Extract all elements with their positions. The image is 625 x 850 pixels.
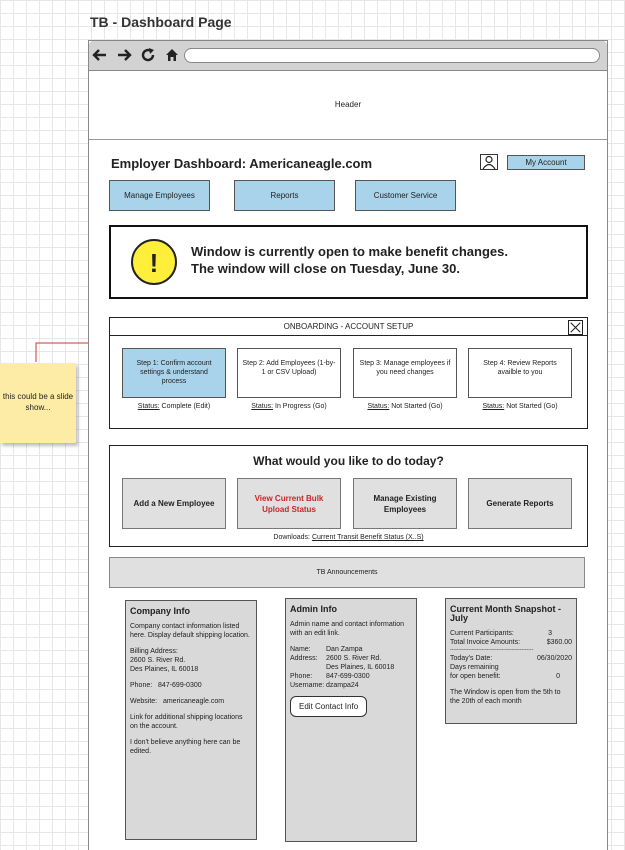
todo-panel: What would you like to do today? Add a N… — [109, 445, 588, 547]
days-remaining-label-2: for open benefit: — [450, 673, 501, 680]
step-3-card[interactable]: Step 3: Manage employees if you need cha… — [353, 348, 457, 398]
invoice-label: Total Invoice Amounts: — [450, 639, 521, 646]
todo-title: What would you like to do today? — [253, 454, 444, 468]
step-2-card[interactable]: Step 2: Add Employees (1-by-1 or CSV Upl… — [237, 348, 341, 398]
downloads-label: Downloads: — [273, 534, 310, 541]
date-label: Today's Date: — [450, 655, 493, 662]
add-employee-button[interactable]: Add a New Employee — [122, 478, 226, 529]
transit-status-download-link[interactable]: Current Transit Benefit Status (X..S) — [312, 534, 424, 541]
company-phone-label: Phone: — [130, 682, 153, 689]
step-status-label: Status: — [137, 403, 160, 410]
sticky-note: this could be a slide show... — [0, 363, 76, 443]
onboarding-title: ONBOARDING - ACCOUNT SETUP — [110, 318, 587, 336]
reports-button[interactable]: Reports — [234, 180, 335, 211]
refresh-icon[interactable] — [140, 47, 156, 63]
invoice-value: $360.00 — [546, 639, 572, 646]
address-bar[interactable] — [184, 48, 600, 63]
admin-name: Dan Zampa — [326, 646, 363, 653]
step-4-card[interactable]: Step 4: Review Reports availble to you — [468, 348, 572, 398]
admin-address-line-2: Des Plaines, IL 60018 — [326, 664, 395, 671]
step-status-value[interactable]: Not Started (Go) — [391, 403, 442, 410]
admin-phone: 847-699-0300 — [326, 673, 370, 680]
alert-line-2: The window will close on Tuesday, June 3… — [191, 261, 460, 276]
snapshot-panel: Current Month Snapshot - July Current Pa… — [445, 598, 577, 724]
admin-info-title: Admin Info — [290, 604, 337, 614]
benefit-window-alert: ! Window is currently open to make benef… — [109, 225, 588, 299]
dashboard-title: Employer Dashboard: Americaneagle.com — [111, 156, 373, 171]
billing-label: Billing Address: — [130, 648, 178, 655]
step-2-status: Status: In Progress (Go) — [237, 403, 341, 410]
window-note: The Window is open from the 5th to the 2… — [450, 689, 561, 705]
website-value: americaneagle.com — [162, 698, 225, 705]
step-status-value[interactable]: In Progress (Go) — [275, 403, 327, 410]
header-label: Header — [334, 100, 362, 109]
participants-label: Current Participants: — [450, 630, 514, 637]
warning-icon: ! — [131, 239, 177, 285]
step-4-status: Status: Not Started (Go) — [468, 403, 572, 410]
days-remaining-value: 0 — [556, 673, 560, 680]
company-phone: 847-699-0300 — [158, 682, 202, 689]
forward-arrow-icon[interactable] — [116, 47, 132, 63]
website-label: Website: — [130, 698, 158, 705]
admin-phone-label: Phone: — [290, 673, 313, 680]
step-3-status: Status: Not Started (Go) — [353, 403, 457, 410]
user-icon[interactable] — [480, 154, 498, 170]
billing-line-1: 2600 S. River Rd. — [130, 657, 186, 664]
date-value: 06/30/2020 — [536, 655, 572, 662]
step-status-label: Status: — [251, 403, 274, 410]
shipping-locations-link[interactable]: Link for additional shipping locations o… — [130, 713, 252, 731]
edit-note: I don't believe anything here can be edi… — [130, 739, 241, 755]
my-account-button[interactable]: My Account — [507, 155, 585, 170]
customer-service-button[interactable]: Customer Service — [355, 180, 456, 211]
user-silhouette-icon — [482, 155, 496, 170]
browser-window: Header Employer Dashboard: Americaneagle… — [88, 40, 608, 850]
days-remaining-label-1: Days remaining — [450, 664, 499, 671]
downloads-row: Downloads: Current Transit Benefit Statu… — [110, 534, 587, 541]
close-icon[interactable] — [568, 320, 583, 335]
snapshot-divider: ----------------------------------------… — [450, 647, 534, 653]
step-1-card[interactable]: Step 1: Confirm account settings & under… — [122, 348, 226, 398]
back-arrow-icon[interactable] — [92, 47, 108, 63]
admin-username-label: Username: — [290, 682, 325, 689]
admin-info-description: Admin name and contact information with … — [290, 621, 405, 637]
company-info-description: Company contact information listed here.… — [130, 623, 250, 639]
onboarding-panel: ONBOARDING - ACCOUNT SETUP Step 1: Confi… — [109, 317, 588, 429]
step-status-value[interactable]: Complete (Edit) — [162, 403, 211, 410]
step-1-status: Status: Complete (Edit) — [122, 403, 226, 410]
step-status-value[interactable]: Not Started (Go) — [506, 403, 557, 410]
announcements-bar[interactable]: TB Announcements — [109, 557, 585, 588]
header-placeholder: Header — [89, 72, 607, 140]
alert-line-1: Window is currently open to make benefit… — [191, 244, 508, 259]
participants-value: 3 — [548, 630, 552, 637]
admin-name-label: Name: — [290, 646, 311, 653]
snapshot-title: Current Month Snapshot - July — [450, 604, 561, 623]
home-icon[interactable] — [164, 47, 180, 63]
manage-employees-button[interactable]: Manage Employees — [109, 180, 210, 211]
step-status-label: Status: — [482, 403, 505, 410]
admin-address-line-1: 2600 S. River Rd. — [326, 655, 382, 662]
company-info-panel: Company Info Company contact information… — [125, 600, 257, 840]
browser-toolbar — [89, 41, 607, 71]
admin-address-label: Address: — [290, 655, 318, 662]
step-status-label: Status: — [367, 403, 390, 410]
billing-line-2: Des Plaines, IL 60018 — [130, 666, 199, 673]
company-info-title: Company Info — [130, 606, 190, 616]
admin-info-panel: Admin Info Admin name and contact inform… — [285, 598, 417, 842]
edit-contact-info-button[interactable]: Edit Contact Info — [290, 696, 368, 717]
admin-username: dzampa24 — [326, 682, 359, 689]
bulk-upload-status-button[interactable]: View Current Bulk Upload Status — [237, 478, 341, 529]
generate-reports-button[interactable]: Generate Reports — [468, 478, 572, 529]
manage-employees-action-button[interactable]: Manage Existing Employees — [353, 478, 457, 529]
